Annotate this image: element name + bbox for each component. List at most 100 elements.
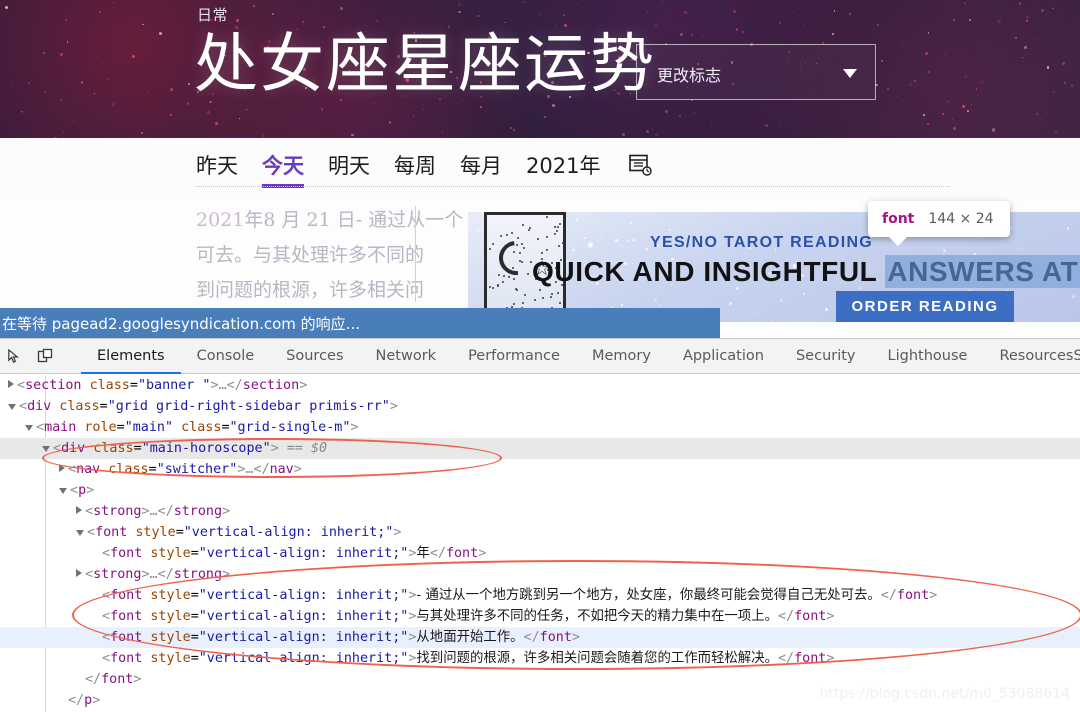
devtools-tab-label: Console — [197, 348, 255, 364]
dom-tree-row[interactable]: <font style="vertical-align: inherit;">找… — [0, 648, 1080, 669]
dom-tree-row[interactable]: <font style="vertical-align: inherit;"> — [0, 522, 1080, 543]
ad-headline-small: YES/NO TAROT READING — [650, 234, 873, 252]
dom-tree-row[interactable]: <font style="vertical-align: inherit;">与… — [0, 606, 1080, 627]
switcher-item-4[interactable]: 每周 — [394, 152, 436, 188]
switcher-divider — [196, 186, 950, 187]
change-sign-select[interactable]: 更改标志 — [636, 44, 876, 100]
article-line-1: 年8 月 21 日- 通过从一个 — [244, 209, 463, 231]
devtools-tab-label: Memory — [592, 348, 651, 364]
dom-node-markup: <section class="banner ">…</section> — [17, 378, 307, 393]
dom-node-markup: <div class="grid grid-right-sidebar prim… — [19, 399, 398, 414]
devtools-tab-label: Security — [796, 348, 856, 364]
devtools-tab-label: Application — [683, 348, 764, 364]
devtools-tab-resourcessaver[interactable]: ResourcesSaver — [983, 339, 1080, 373]
ad-headline-large: QUICK AND INSIGHTFUL ANSWERS AT YO — [532, 256, 1080, 288]
dom-node-markup: <p> — [70, 483, 94, 498]
ad-headline-pre: QUICK AND INSIGHTFUL — [532, 256, 885, 287]
hero-kicker: 日常 — [197, 4, 228, 25]
dom-node-markup: <font style="vertical-align: inherit;">年… — [102, 546, 486, 561]
switcher-item-label: 2021年 — [526, 154, 600, 178]
devtools-tab-application[interactable]: Application — [667, 339, 780, 373]
devtools-tab-lighthouse[interactable]: Lighthouse — [872, 339, 984, 373]
chevron-down-icon — [843, 69, 857, 78]
dom-node-markup: </font> — [85, 672, 141, 687]
dom-node-markup: <font style="vertical-align: inherit;">-… — [102, 588, 937, 603]
collapse-triangle-icon[interactable] — [59, 488, 67, 494]
devtools-tab-performance[interactable]: Performance — [452, 339, 576, 373]
dom-tree-row[interactable]: <font style="vertical-align: inherit;">年… — [0, 543, 1080, 564]
dom-node-markup: <strong>…</strong> — [85, 504, 230, 519]
text-caret-line — [415, 206, 416, 302]
change-sign-select-value: 更改标志 — [657, 62, 721, 86]
dom-node-markup: <font style="vertical-align: inherit;">与… — [102, 609, 834, 624]
dom-tree-row[interactable]: <div class="main-horoscope"> == $0 — [0, 438, 1080, 459]
switcher-item-5[interactable]: 每月 — [460, 152, 502, 188]
inspector-tooltip-dimensions: 144 × 24 — [928, 211, 993, 227]
dom-tree-row[interactable]: <section class="banner ">…</section> — [0, 375, 1080, 396]
devtools-tab-security[interactable]: Security — [780, 339, 872, 373]
dom-node-markup: </p> — [68, 693, 100, 708]
expand-triangle-icon[interactable] — [76, 506, 82, 514]
devtools-tab-label: Performance — [468, 348, 560, 364]
inspector-tooltip-tag: font — [882, 211, 914, 227]
dom-node-markup: <strong>…</strong> — [85, 567, 230, 582]
switcher-item-2[interactable]: 今天 — [262, 152, 304, 188]
collapse-triangle-icon[interactable] — [76, 530, 84, 536]
devtools-tab-strip: Elements Console Sources Network Performance… — [81, 339, 1080, 373]
devtools-tab-label: ResourcesSaver — [999, 348, 1080, 364]
ad-headline-highlighted: ANSWERS AT — [885, 255, 1080, 288]
dom-tree-row[interactable]: <nav class="switcher">…</nav> — [0, 459, 1080, 480]
dom-node-markup: <nav class="switcher">…</nav> — [68, 462, 302, 477]
devtools-tab-label: Network — [376, 348, 437, 364]
switcher-item-3[interactable]: 明天 — [328, 152, 370, 188]
collapse-triangle-icon[interactable] — [8, 404, 16, 410]
dom-tree-row[interactable]: <font style="vertical-align: inherit;">-… — [0, 585, 1080, 606]
dom-tree-row[interactable]: <strong>…</strong> — [0, 501, 1080, 522]
collapse-triangle-icon[interactable] — [25, 425, 33, 431]
devtools-tab-elements[interactable]: Elements — [81, 339, 181, 373]
calendar-clock-icon[interactable] — [628, 152, 652, 181]
cursor-arrow-glyph — [6, 349, 21, 364]
browser-viewport: 日常 处女座星座运势 更改标志 昨天今天明天每周每月 2021年 2021年8 月… — [0, 0, 1080, 338]
switcher-item-1[interactable]: 昨天 — [196, 152, 238, 188]
inspector-tooltip: font 144 × 24 — [868, 201, 1010, 237]
expand-triangle-icon[interactable] — [76, 569, 82, 577]
devtools-tab-label: Lighthouse — [888, 348, 968, 364]
devtools-toolbar-icons — [0, 339, 81, 373]
devtools-toolbar: Elements Console Sources Network Performance… — [0, 339, 1080, 374]
dom-tree[interactable]: <section class="banner ">…</section> <div… — [0, 375, 1080, 712]
expand-triangle-icon[interactable] — [59, 464, 65, 472]
horoscope-period-switcher: 昨天今天明天每周每月 2021年 — [0, 138, 1080, 200]
dom-tree-row[interactable]: <p> — [0, 480, 1080, 501]
article-date-year: 2021 — [196, 209, 244, 231]
devtools-tab-memory[interactable]: Memory — [576, 339, 667, 373]
switcher-item-6[interactable]: 2021年 — [526, 152, 600, 188]
device-frames-glyph — [37, 348, 53, 364]
devtools-tab-console[interactable]: Console — [181, 339, 271, 373]
dom-node-markup: <main role="main" class="grid-single-m"> — [36, 420, 359, 435]
watermark: https://blog.csdn.net/m0_53088614 — [819, 686, 1070, 702]
device-toolbar-icon[interactable] — [34, 345, 56, 367]
inspect-element-icon[interactable] — [2, 345, 24, 367]
dom-node-markup: <font style="vertical-align: inherit;">从… — [102, 630, 580, 645]
dom-tree-row[interactable]: <font style="vertical-align: inherit;">从… — [0, 627, 1080, 648]
dom-tree-row[interactable]: <main role="main" class="grid-single-m"> — [0, 417, 1080, 438]
devtools-tab-sources[interactable]: Sources — [270, 339, 359, 373]
devtools-panel: Elements Console Sources Network Performance… — [0, 338, 1080, 712]
switcher-item-label: 每周 — [394, 154, 436, 178]
devtools-tab-network[interactable]: Network — [360, 339, 453, 373]
dom-tree-row[interactable]: <div class="grid grid-right-sidebar prim… — [0, 396, 1080, 417]
order-reading-button[interactable]: ORDER READING — [836, 291, 1014, 322]
switcher-item-label: 明天 — [328, 154, 370, 178]
devtools-tab-label: Sources — [286, 348, 343, 364]
tooltip-pointer — [888, 236, 908, 246]
switcher-item-label: 每月 — [460, 154, 502, 178]
dom-node-markup: <div class="main-horoscope"> == $0 — [53, 441, 327, 456]
devtools-tab-label: Elements — [97, 348, 165, 364]
expand-triangle-icon[interactable] — [8, 380, 14, 388]
dom-tree-row[interactable]: <strong>…</strong> — [0, 564, 1080, 585]
dom-node-markup: <font style="vertical-align: inherit;"> — [87, 525, 401, 540]
page-title: 处女座星座运势 — [194, 26, 656, 104]
loading-status-bar: 在等待 pagead2.googlesyndication.com 的响应... — [0, 308, 720, 338]
collapse-triangle-icon[interactable] — [42, 446, 50, 452]
